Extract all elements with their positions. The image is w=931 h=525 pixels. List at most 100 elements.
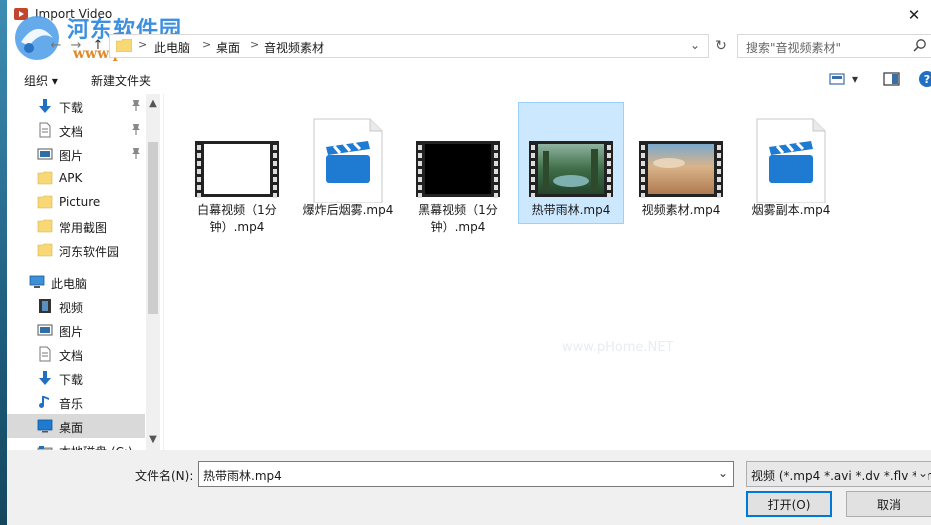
file-name: 视频素材.mp4 [641,203,721,217]
close-icon: ✕ [907,6,921,24]
sidebar-item-label: Picture [59,195,101,209]
file-item[interactable]: 视频素材.mp4 [628,102,734,224]
file-name: 热带雨林.mp4 [531,203,611,217]
sidebar-item-label: 本地磁盘 (C:) [59,443,133,450]
close-button[interactable]: ✕ [897,0,931,30]
filename-input[interactable]: 热带雨林.mp4 ⌄ [198,461,734,487]
import-video-dialog: Import Video ✕ 河东软件园 www.pc0359.cn ← → ↑… [7,0,931,525]
navigation-pane: 下载 文档 图片 APK Picture 常用截图 河东软件园 此电脑 视频 图片 文档 下载 音乐 桌面… [7,94,161,450]
video-file-icon [749,111,833,204]
sidebar-item-label: 音乐 [59,397,84,411]
watermark-faint: www.pHome.NET [562,340,674,355]
file-item[interactable]: 白幕视频（1分钟）.mp4 [184,102,290,234]
open-button[interactable]: 打开(O) [746,491,832,517]
computer-icon [29,274,45,290]
sidebar-item[interactable]: APK [7,166,145,190]
sidebar-item[interactable]: 此电脑 [7,270,145,294]
search-box[interactable]: 搜索"音视频素材" [737,34,931,58]
file-list[interactable]: 白幕视频（1分钟）.mp4 爆炸后烟雾.mp4 黑幕视频（1分钟）.mp4 热带雨林.… [163,94,931,450]
pictures-icon [37,322,53,338]
folder-icon [116,39,132,52]
breadcrumb-separator: > [250,38,260,51]
document-icon [37,122,53,138]
scroll-up-arrow-icon[interactable]: ▲ [146,98,160,109]
sidebar-item[interactable]: 文档 [7,342,145,366]
file-item[interactable]: 爆炸后烟雾.mp4 [295,102,401,224]
scroll-down-arrow-icon[interactable]: ▼ [146,434,160,445]
file-name: 黑幕视频（1分钟）.mp4 [418,203,498,234]
video-icon [37,298,53,314]
filename-label: 文件名(N): [135,469,194,483]
address-bar[interactable]: > 此电脑 > 桌面 > 音视频素材 ⌄ [109,34,709,58]
sidebar-item-label: 此电脑 [51,277,88,291]
search-placeholder: 搜索"音视频素材" [746,41,842,55]
video-thumbnail [529,111,613,203]
video-thumbnail [195,111,279,203]
sidebar-item[interactable]: 图片 [7,318,145,342]
help-icon[interactable]: ? [919,71,931,87]
filename-dropdown-icon[interactable]: ⌄ [718,466,728,480]
sidebar-item-label: 下载 [59,373,84,387]
file-type-select[interactable]: 视频 (*.mp4 *.avi *.dv *.flv *.m ⌄ [746,461,931,487]
sidebar-item[interactable]: 文档 [7,118,145,142]
organize-menu[interactable]: 组织 ▾ [24,72,58,89]
view-dropdown-icon[interactable]: ▾ [852,72,858,86]
up-button[interactable]: ↑ [89,36,107,54]
scrollbar-thumb[interactable] [148,142,158,314]
sidebar-item-label: 图片 [59,149,84,163]
sidebar-item-label: 河东软件园 [59,245,120,259]
sidebar-item-label: 图片 [59,325,84,339]
file-item[interactable]: 烟雾副本.mp4 [738,102,844,224]
pin-icon[interactable] [130,147,142,160]
drive-icon [37,442,53,450]
new-folder-button[interactable]: 新建文件夹 [91,72,151,89]
file-name: 烟雾副本.mp4 [751,203,831,217]
sidebar-item[interactable]: 本地磁盘 (C:) [7,438,145,450]
sidebar-item-label: 文档 [59,349,84,363]
pin-icon[interactable] [130,99,142,112]
breadcrumb-this-pc[interactable]: 此电脑 [154,39,190,56]
up-arrow-icon: ↑ [92,37,104,53]
download-icon [37,98,53,114]
folder-icon [37,242,53,258]
sidebar-item[interactable]: Picture [7,190,145,214]
sidebar-item[interactable]: 常用截图 [7,214,145,238]
file-name: 爆炸后烟雾.mp4 [302,203,394,217]
desktop-background [0,0,7,525]
back-arrow-icon: ← [50,37,62,53]
video-thumbnail [639,111,723,203]
refresh-button[interactable]: ↻ [711,36,731,56]
sidebar-item[interactable]: 下载 [7,94,145,118]
sidebar-item[interactable]: 音乐 [7,390,145,414]
folder-icon [37,194,53,210]
file-type-value: 视频 (*.mp4 *.avi *.dv *.flv *.m [751,469,931,483]
sidebar-item-label: 文档 [59,125,84,139]
music-icon [37,394,53,410]
breadcrumb-desktop[interactable]: 桌面 [216,39,240,56]
address-history-dropdown-icon[interactable]: ⌄ [690,38,700,52]
file-item[interactable]: 黑幕视频（1分钟）.mp4 [405,102,511,234]
sidebar-item[interactable]: 图片 [7,142,145,166]
filename-value: 热带雨林.mp4 [203,469,282,483]
video-file-icon [306,111,390,204]
pictures-icon [37,146,53,162]
sidebar-item[interactable]: 下载 [7,366,145,390]
command-bar: 组织 ▾ 新建文件夹 ▾ ? [7,64,931,94]
forward-button[interactable]: → [67,36,85,54]
breadcrumb-separator: > [138,38,148,51]
dialog-footer: 文件名(N): 热带雨林.mp4 ⌄ 视频 (*.mp4 *.avi *.dv … [7,450,931,525]
navigation-pane-scrollbar[interactable]: ▲ ▼ [146,94,160,450]
back-button[interactable]: ← [47,36,65,54]
breadcrumb-media-folder[interactable]: 音视频素材 [264,39,324,56]
cancel-button[interactable]: 取消 [846,491,931,517]
sidebar-item[interactable]: 桌面 [7,414,145,438]
download-icon [37,370,53,386]
preview-pane-icon[interactable] [883,71,901,87]
sidebar-item[interactable]: 视频 [7,294,145,318]
sidebar-item[interactable]: 河东软件园 [7,238,145,262]
navigation-bar: ← → ↑ > 此电脑 > 桌面 > 音视频素材 ⌄ ↻ 搜索"音视频素材" [7,32,931,60]
file-item[interactable]: 热带雨林.mp4 [518,102,624,224]
desktop-icon [37,418,53,434]
view-options-icon[interactable] [829,71,847,87]
pin-icon[interactable] [130,123,142,136]
